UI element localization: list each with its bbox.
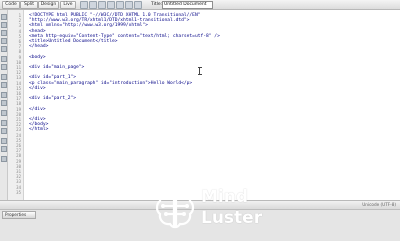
open-documents-icon[interactable] (1, 14, 7, 20)
code-line[interactable]: </div> (29, 107, 46, 112)
browser-preview-icon[interactable] (107, 1, 115, 9)
apply-comment-icon[interactable] (1, 92, 7, 98)
watermark-word-luster: Luster (201, 208, 263, 228)
live-view-button[interactable]: Live (60, 1, 76, 9)
show-code-navigator-icon[interactable] (1, 22, 7, 28)
line-number: 35 (16, 189, 21, 195)
refresh-icon[interactable] (125, 1, 133, 9)
move-css-icon[interactable] (1, 128, 7, 134)
code-line[interactable]: </html> (29, 127, 48, 132)
split-view-button[interactable]: Split (20, 1, 38, 9)
properties-tab[interactable]: Properties (2, 211, 36, 219)
encoding-status: Unicode (UTF-8) (362, 202, 396, 207)
wrap-tag-icon[interactable] (1, 110, 7, 116)
inspect-icon[interactable] (89, 1, 97, 9)
title-label: Title: (151, 2, 163, 7)
code-editor[interactable]: <!DOCTYPE html PUBLIC "-//W3C//DTD XHTML… (24, 10, 400, 200)
file-management-icon[interactable] (116, 1, 124, 9)
indent-code-icon[interactable] (1, 138, 7, 144)
format-source-code-icon[interactable] (1, 156, 7, 162)
code-line[interactable]: <body> (29, 55, 46, 60)
collapse-tag-icon[interactable] (1, 30, 7, 36)
mind-luster-watermark: Mind Luster (154, 186, 314, 232)
design-view-button[interactable]: Design (38, 1, 59, 9)
code-line[interactable]: </div> (29, 86, 46, 91)
code-line[interactable]: <html xmlns="http://www.w3.org/1999/xhtm… (29, 23, 148, 28)
code-line[interactable]: </head> (29, 44, 48, 49)
collapse-selection-icon[interactable] (1, 38, 7, 44)
expand-all-icon[interactable] (1, 46, 7, 52)
brain-logo-icon (155, 190, 195, 229)
text-cursor-icon (198, 67, 203, 75)
code-line[interactable]: <div id="main_page"> (29, 65, 84, 70)
line-numbers-icon[interactable] (1, 74, 7, 80)
remove-comment-icon[interactable] (1, 100, 7, 106)
multiscreen-icon[interactable] (98, 1, 106, 9)
coding-toolbar (0, 10, 8, 200)
code-view-button[interactable]: Code (2, 1, 20, 9)
code-line[interactable]: <div id="part_2"> (29, 96, 76, 101)
watermark-word-mind: Mind (201, 187, 249, 207)
code-line[interactable]: <p class="main_paragraph" id="introducti… (29, 81, 192, 86)
highlight-invalid-code-icon[interactable] (1, 82, 7, 88)
outdent-code-icon[interactable] (1, 146, 7, 152)
recent-snippets-icon[interactable] (1, 120, 7, 126)
visual-aids-icon[interactable] (134, 1, 142, 9)
line-number-gutter: 1 2 3 4 5 6 7 8 9 10 11 12 13 14 15 16 17 18 19 20 21 22 23 24 2… (8, 10, 24, 200)
live-code-icon[interactable] (80, 1, 88, 9)
balance-braces-icon[interactable] (1, 64, 7, 70)
select-parent-tag-icon[interactable] (1, 56, 7, 62)
document-title-input[interactable]: Untitled Document (162, 1, 213, 9)
document-toolbar: Code Split Design Live Title: Untitled D… (0, 0, 400, 10)
